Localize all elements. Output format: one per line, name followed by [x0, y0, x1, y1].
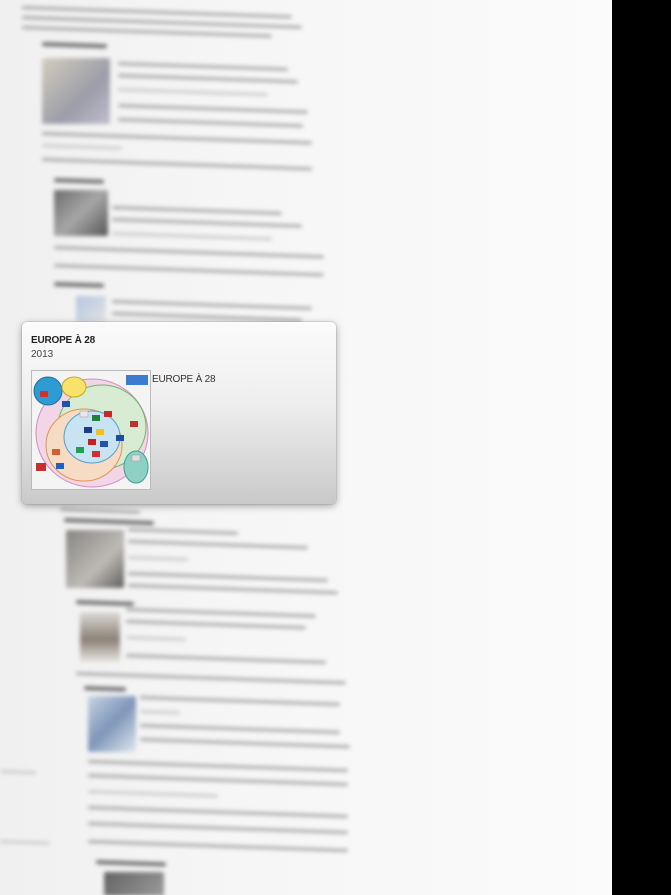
bg-text-line [117, 118, 303, 128]
reader-stage: EUROPE À 28 2013 EUROPE À 28 [0, 0, 612, 895]
bg-thumbnail-image [76, 296, 106, 322]
bg-thumbnail-image [88, 696, 136, 752]
bg-text-line [127, 540, 308, 550]
bg-text-line [87, 822, 348, 835]
bg-heading-line [95, 860, 167, 867]
right-black-bar [612, 0, 671, 895]
bg-text-line [117, 62, 288, 71]
bg-text-line [127, 572, 328, 582]
publication-popup-card[interactable]: EUROPE À 28 2013 EUROPE À 28 [22, 322, 336, 504]
bg-text-line [111, 312, 302, 322]
bg-text-line [87, 774, 348, 787]
bg-text-line [117, 88, 268, 97]
europe-diagram-graphic [32, 371, 150, 489]
bg-text-line [117, 104, 308, 114]
bg-text-line [125, 608, 316, 618]
bg-thumbnail-image [104, 872, 164, 895]
bg-thumbnail-image [80, 612, 120, 662]
bg-text-line [41, 144, 123, 150]
bg-text-line [127, 528, 238, 535]
bg-heading-line [75, 600, 135, 607]
bg-text-line [75, 672, 346, 685]
bg-heading-line [53, 282, 105, 288]
bg-heading-line [63, 518, 155, 526]
bg-text-line [41, 158, 312, 171]
bg-text-line [117, 74, 298, 84]
bg-text-line [111, 206, 282, 215]
bg-text-line [87, 840, 348, 853]
bg-text-line [59, 508, 141, 514]
bg-thumbnail-image [42, 58, 110, 124]
bg-text-line [53, 264, 324, 277]
bg-text-line [125, 636, 187, 642]
bg-text-line [21, 26, 272, 38]
euler-diagram-europe-thumbnail[interactable] [31, 370, 151, 490]
bg-thumbnail-image [54, 190, 108, 236]
bg-text-line [139, 738, 350, 749]
bg-text-line [125, 654, 326, 664]
bg-heading-line [41, 42, 108, 49]
bg-heading-line [83, 686, 127, 692]
bg-text-line [0, 840, 51, 845]
bg-text-line [111, 300, 312, 310]
bg-text-line [139, 710, 181, 715]
bg-text-line [87, 806, 348, 819]
bg-heading-line [53, 178, 105, 184]
bg-text-line [139, 696, 340, 706]
bg-text-line [87, 790, 218, 798]
bg-text-line [53, 246, 324, 259]
bg-text-line [139, 724, 340, 734]
bg-text-line [87, 760, 348, 773]
bg-text-line [111, 218, 302, 228]
bg-text-line [125, 620, 306, 630]
bg-text-line [0, 770, 37, 775]
popup-year: 2013 [31, 349, 54, 360]
popup-title: EUROPE À 28 [31, 335, 95, 346]
bg-text-line [111, 232, 272, 241]
bg-thumbnail-image [66, 530, 124, 588]
popup-caption: EUROPE À 28 [152, 374, 216, 385]
bg-text-line [127, 556, 189, 562]
bg-text-line [41, 132, 312, 145]
bg-text-line [127, 584, 338, 595]
